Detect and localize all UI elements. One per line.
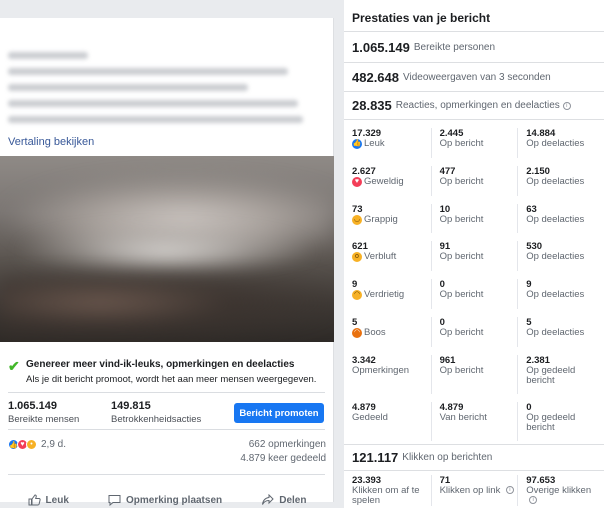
- on-post-label: Op bericht: [439, 289, 484, 301]
- comments-count[interactable]: 662 opmerkingen: [240, 438, 326, 452]
- on-shares-label: Op deelacties: [526, 326, 585, 338]
- engagement-total: 28.835: [352, 98, 392, 113]
- promo-title: Genereer meer vind-ik-leuks, opmerkingen…: [26, 359, 295, 370]
- thumbs-up-icon: [28, 494, 41, 506]
- table-row: 2.627 ♥ Geweldig 477 Op bericht 2.150 Op dee…: [344, 158, 604, 196]
- insights-panel: Prestaties van je bericht 1.065.149 Bere…: [344, 0, 604, 508]
- clicks-section: 121.117 Klikken op berichten 23.393 Klikk…: [344, 444, 604, 506]
- share-button[interactable]: Delen: [261, 494, 306, 506]
- on-shares-label: Op deelacties: [526, 289, 585, 301]
- post-actions: Leuk Opmerking plaatsen Delen: [8, 488, 326, 508]
- sad-row-label: Verdrietig: [364, 289, 405, 301]
- reaction-breakdown: 17.329 👍 Leuk 2.445 Op bericht 14.884 Op dee…: [344, 120, 604, 441]
- wow-row-label: Verbluft: [364, 251, 397, 263]
- on-post-label: Op bericht: [439, 213, 484, 225]
- checkmark-icon: ✔: [8, 358, 20, 374]
- wow-icon: o: [352, 252, 362, 263]
- on-post-label: Op bericht: [439, 251, 484, 263]
- on-shares-label: Op deelacties: [526, 251, 585, 263]
- on-shares-label: Op deelacties: [526, 138, 585, 149]
- post-metrics: 1.065.149 Bereikte mensen 149.815 Betrok…: [8, 399, 326, 439]
- promo-subtitle: Als je dit bericht promoot, wordt het aa…: [26, 374, 317, 385]
- divider: [8, 392, 325, 393]
- engagement-label: Betrokkenheidsacties: [111, 414, 202, 425]
- share-label: Delen: [279, 494, 307, 506]
- on-shared-post-label: Op gedeeld bericht: [526, 364, 576, 386]
- on-post-label: Op bericht: [439, 364, 484, 376]
- clicks-summary: 121.117 Klikken op berichten: [344, 445, 604, 471]
- reach-value: 1.065.149: [8, 400, 57, 412]
- engagement-summary: 28.835 Reacties, opmerkingen en deelacti…: [344, 92, 604, 120]
- table-row: 17.329 👍 Leuk 2.445 Op bericht 14.884 Op dee…: [344, 120, 604, 158]
- on-shared-post-label: Op gedeeld bericht: [526, 411, 576, 433]
- comment-label: Opmerking plaatsen: [125, 494, 223, 506]
- haha-icon: ◡: [352, 214, 362, 225]
- haha-total: 73: [352, 203, 363, 215]
- views-total: 482.648: [352, 69, 399, 85]
- reach-summary: 1.065.149 Bereikte personen: [344, 32, 604, 63]
- clicks-breakdown: 23.393 Klikken om af te spelen 71 Klikken …: [344, 471, 604, 506]
- divider: [8, 429, 325, 430]
- engagement-summary-label: Reacties, opmerkingen en deelacties: [395, 100, 560, 111]
- share-icon: [262, 494, 274, 505]
- like-icon: 👍: [352, 139, 362, 149]
- table-row: 4.879 Gedeeld 4.879 Van bericht 0 Op gedeel…: [344, 394, 604, 441]
- table-row: 9 ◠ Verdrietig 0 Op bericht 9 Op deelacties: [344, 271, 604, 309]
- table-row: 5 ◠ Boos 0 Op bericht 5 Op deelacties: [344, 309, 604, 347]
- post-card: Vertaling bekijken ✔ Genereer meer vind-…: [0, 18, 334, 506]
- reaction-count[interactable]: 2,9 d.: [41, 439, 66, 450]
- table-row: 621 o Verbluft 91 Op bericht 530 Op deelacti…: [344, 233, 604, 272]
- link-clicks-label: Klikken op link: [439, 485, 501, 496]
- clicks-summary-label: Klikken op berichten: [402, 452, 493, 463]
- table-row: 3.342 Opmerkingen 961 Op bericht 2.381 Op g…: [344, 347, 604, 394]
- views-summary-label: Videoweergaven van 3 seconden: [403, 71, 551, 83]
- haha-row-label: Grappig: [364, 213, 398, 225]
- from-post-label: Van bericht: [439, 411, 487, 423]
- shares-row-label: Gedeeld: [352, 411, 388, 423]
- reactions-summary[interactable]: 👍 ♥ • 2,9 d. 662 opmerkingen 4.879 keer …: [8, 436, 326, 468]
- post-video-thumbnail[interactable]: [0, 156, 334, 342]
- love-row-label: Geweldig: [364, 175, 404, 187]
- reach-metric: 1.065.149 Bereikte mensen: [8, 399, 79, 426]
- wow-reaction-icon: •: [26, 439, 37, 450]
- views-summary: 482.648 Videoweergaven van 3 seconden: [344, 63, 604, 92]
- on-post-label: Op bericht: [439, 175, 484, 187]
- comments-row-label: Opmerkingen: [352, 364, 410, 376]
- info-icon[interactable]: i: [529, 496, 538, 505]
- promo-notice: ✔ Genereer meer vind-ik-leuks, opmerking…: [8, 358, 326, 386]
- love-icon: ♥: [352, 176, 362, 187]
- haha-post-value: 10: [439, 203, 451, 215]
- like-label: Leuk: [45, 494, 69, 506]
- comment-button[interactable]: Opmerking plaatsen: [108, 494, 222, 506]
- divider: [8, 474, 325, 475]
- info-icon[interactable]: i: [505, 486, 514, 495]
- like-button[interactable]: Leuk: [28, 494, 69, 506]
- clicks-total: 121.117: [352, 450, 399, 465]
- promote-post-button[interactable]: Bericht promoten: [234, 403, 324, 423]
- on-shares-label: Op deelacties: [526, 175, 585, 187]
- table-row: 73 ◡ Grappig 10 Op bericht 63 Op deelacties: [344, 196, 604, 234]
- engagement-metric: 149.815 Betrokkenheidsacties: [111, 399, 201, 426]
- on-shares-label: Op deelacties: [526, 213, 585, 225]
- reach-total: 1.065.149: [352, 39, 410, 55]
- comment-icon: [108, 495, 121, 506]
- angry-row-label: Boos: [364, 326, 386, 338]
- on-post-label: Op bericht: [439, 326, 484, 338]
- sad-icon: ◠: [352, 290, 362, 301]
- play-clicks-label: Klikken om af te spelen: [352, 485, 420, 506]
- shares-count[interactable]: 4.879 keer gedeeld: [240, 452, 326, 466]
- haha-shares-value: 63: [526, 203, 537, 215]
- engagement-value: 149.815: [111, 400, 151, 412]
- info-icon[interactable]: i: [562, 101, 571, 110]
- like-row-label: Leuk: [364, 138, 385, 149]
- other-clicks-label: Overige klikken: [526, 485, 592, 496]
- translate-link[interactable]: Vertaling bekijken: [8, 136, 94, 148]
- on-post-label: Op bericht: [439, 138, 484, 149]
- angry-icon: ◠: [352, 327, 362, 338]
- panel-title: Prestaties van je bericht: [344, 0, 604, 32]
- reach-summary-label: Bereikte personen: [413, 41, 496, 53]
- reach-label: Bereikte mensen: [8, 414, 80, 425]
